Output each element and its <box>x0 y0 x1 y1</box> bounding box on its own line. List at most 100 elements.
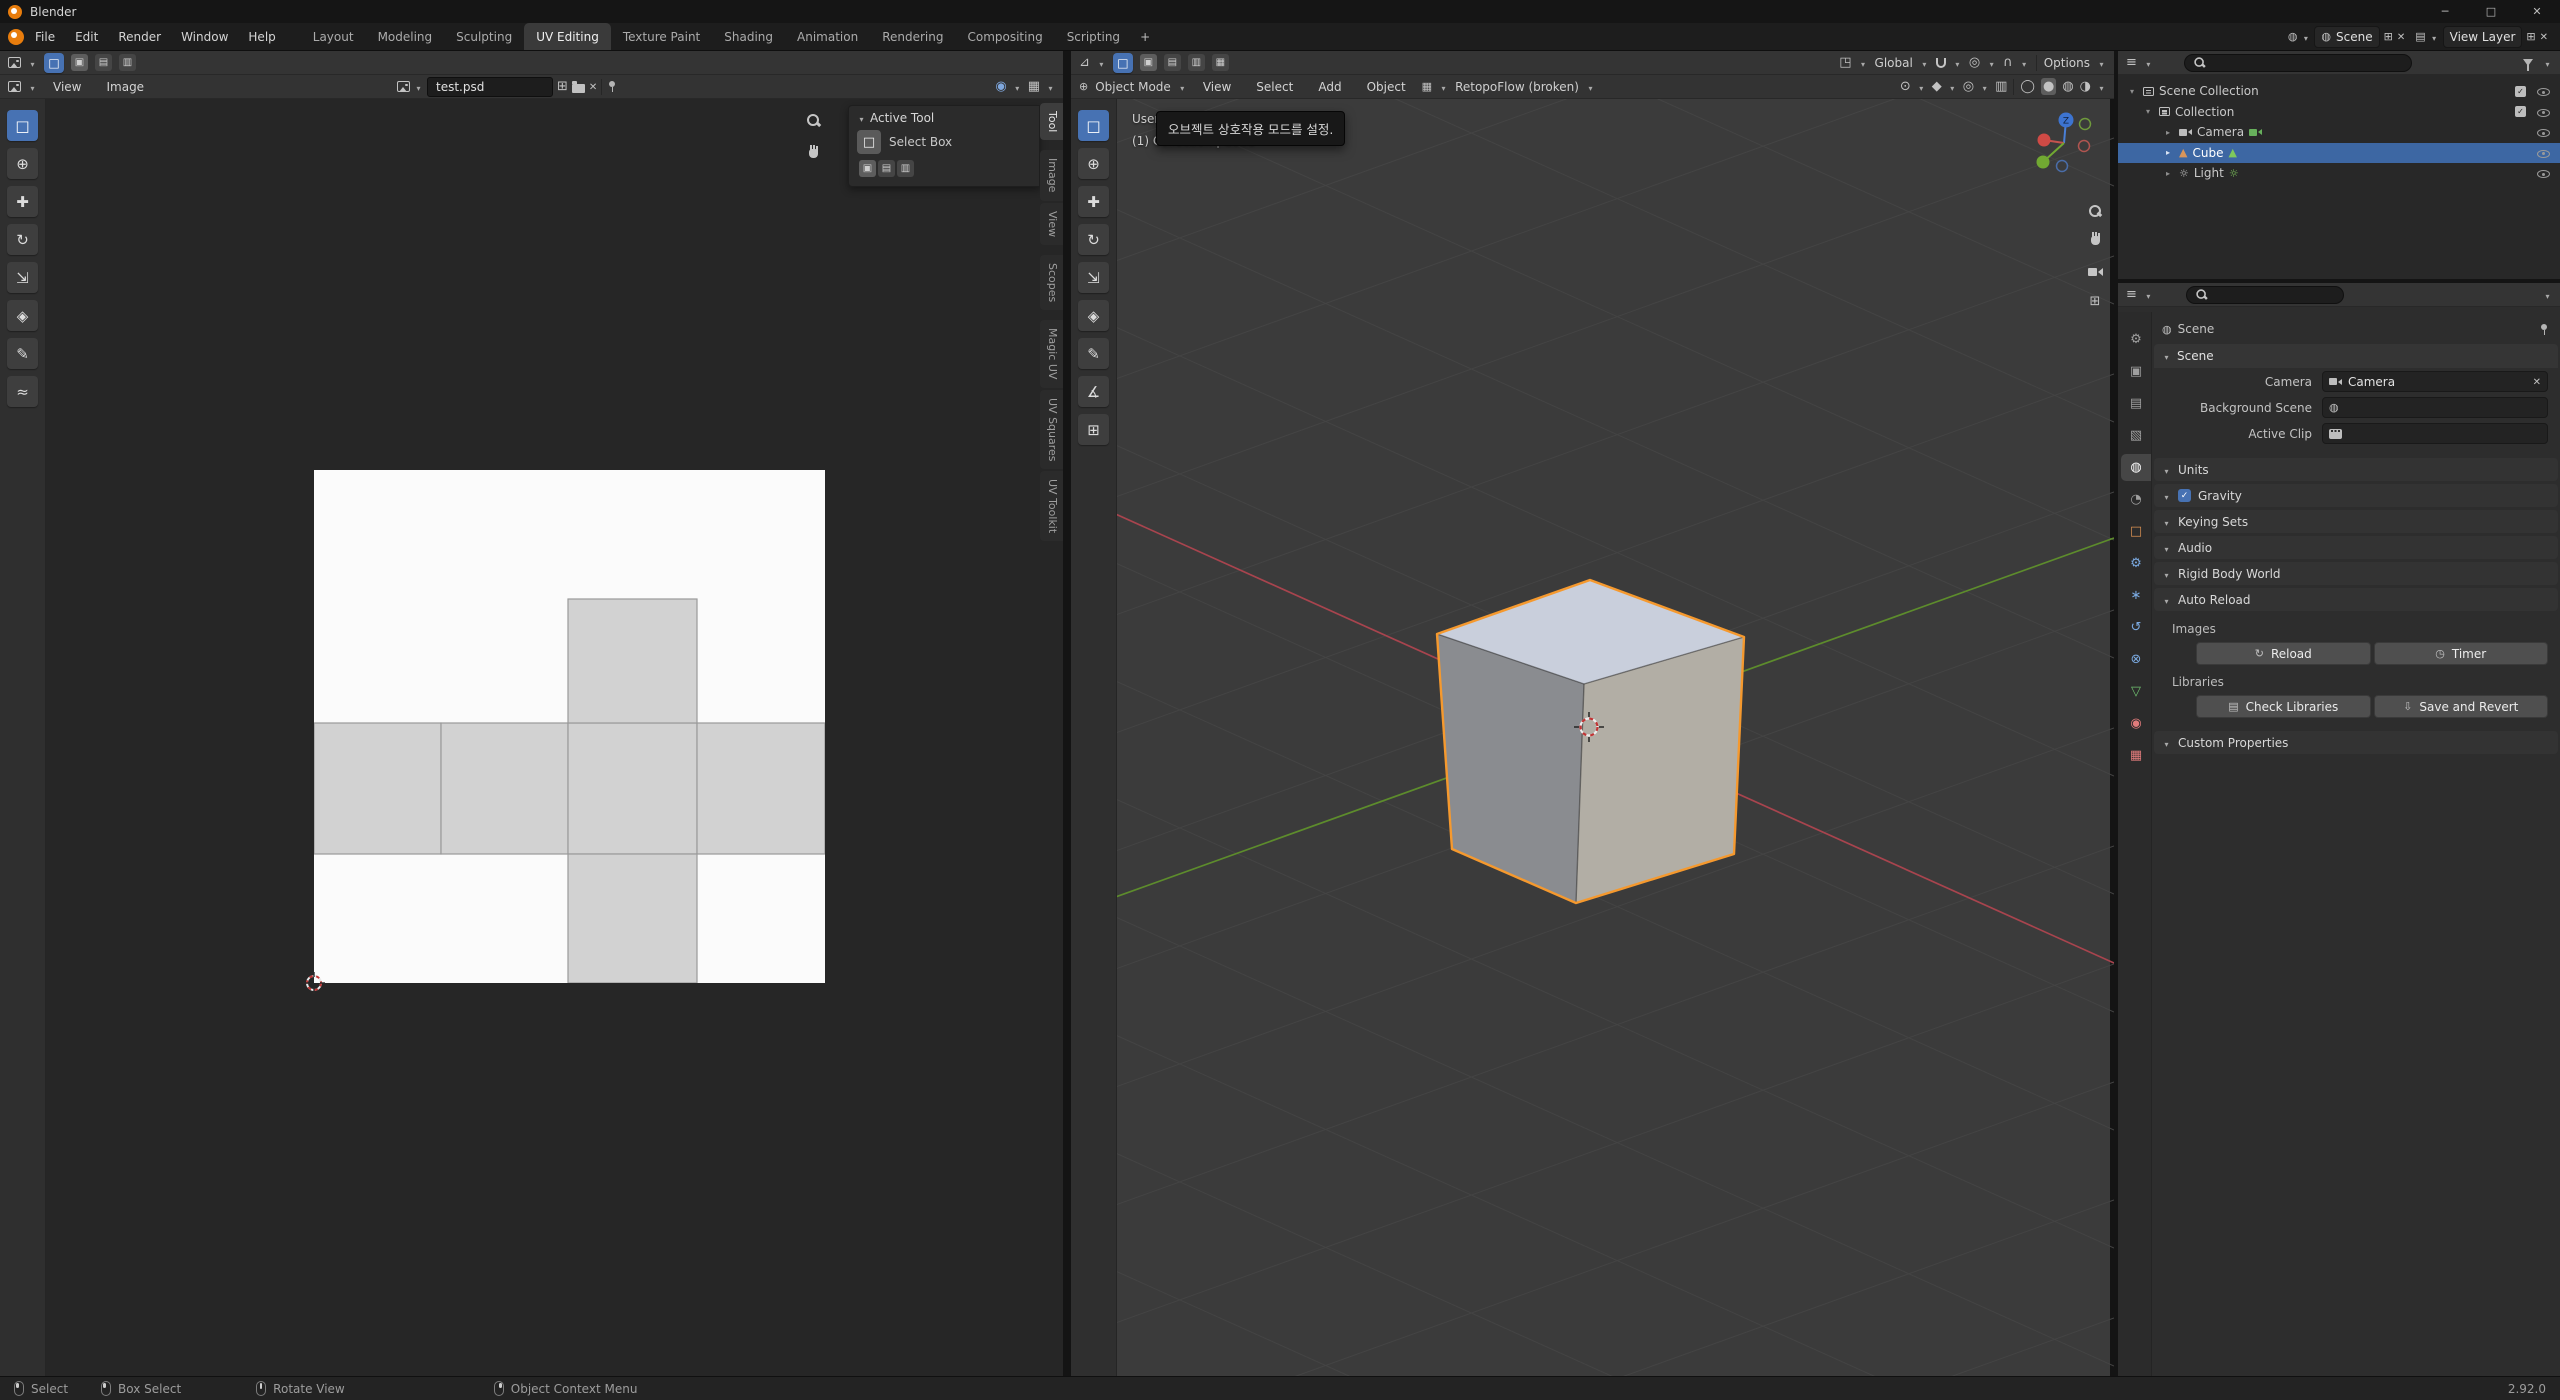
tool-cursor[interactable] <box>7 148 38 179</box>
display-channels-icon[interactable] <box>995 80 1006 93</box>
hide-eye-icon[interactable] <box>2536 126 2550 139</box>
active-tool-panel-title[interactable]: Active Tool <box>870 111 934 125</box>
camera-field[interactable]: Camera <box>2322 371 2548 392</box>
vp-tool-select-box[interactable] <box>1078 110 1109 141</box>
workspace-tab-compositing[interactable]: Compositing <box>955 23 1054 50</box>
vp-camera-view-icon[interactable] <box>2083 260 2107 284</box>
tab-output[interactable]: ▤ <box>2121 390 2151 417</box>
clear-camera-icon[interactable] <box>2533 375 2541 388</box>
tab-physics[interactable]: ↺ <box>2121 614 2151 641</box>
menu-render[interactable]: Render <box>109 27 170 47</box>
pivot-point-icon[interactable] <box>1839 56 1851 69</box>
vp-select-mode-subtract-icon[interactable] <box>1188 54 1205 71</box>
uv-image-test-psd[interactable] <box>314 470 825 983</box>
filter-icon[interactable] <box>2523 59 2533 66</box>
vp-tool-cursor[interactable] <box>1078 148 1109 179</box>
menu-file[interactable]: File <box>26 27 64 47</box>
new-scene-icon[interactable] <box>2384 31 2393 42</box>
tab-render[interactable]: ▣ <box>2121 358 2151 385</box>
vp-tool-add-cube[interactable] <box>1078 414 1109 445</box>
image-name-field[interactable]: test.psd <box>427 77 553 97</box>
viewport-scene[interactable] <box>1071 99 2114 1376</box>
tab-object[interactable]: □ <box>2121 518 2151 545</box>
retopoflow-icon[interactable] <box>1422 81 1432 92</box>
tab-particles[interactable]: ∗ <box>2121 582 2151 609</box>
exclude-checkbox[interactable]: ✓ <box>2515 86 2526 97</box>
maximize-button[interactable]: □ <box>2468 0 2514 23</box>
retopoflow-menu[interactable]: RetopoFlow (broken) <box>1455 80 1579 94</box>
tool-move[interactable] <box>7 186 38 217</box>
select-box-tool-icon[interactable] <box>857 130 881 154</box>
hide-eye-icon[interactable] <box>2536 85 2550 98</box>
tool-select-box[interactable] <box>7 110 38 141</box>
tab-tool[interactable]: ⚙ <box>2121 326 2151 353</box>
vp-tool-rotate[interactable] <box>1078 224 1109 255</box>
snap-magnet-icon[interactable] <box>1936 58 1946 68</box>
sidebar-tab-scopes[interactable]: Scopes <box>1040 255 1063 310</box>
viewport-editor-icon[interactable] <box>1079 56 1090 69</box>
close-button[interactable]: ✕ <box>2514 0 2560 23</box>
tab-modifiers[interactable]: ⚙ <box>2121 550 2151 577</box>
vp-select-mode-set-icon[interactable] <box>1140 54 1157 71</box>
sidebar-tab-magic-uv[interactable]: Magic UV <box>1040 320 1063 387</box>
select-mode-set-icon[interactable] <box>71 54 88 71</box>
vp-tool-annotate[interactable] <box>1078 338 1109 369</box>
scene-panel-header[interactable]: Scene <box>2154 344 2558 368</box>
tab-constraints[interactable]: ⊗ <box>2121 646 2151 673</box>
tab-world[interactable]: ◔ <box>2121 486 2151 513</box>
select-mode-extend-icon[interactable] <box>95 54 112 71</box>
overlays-icon[interactable] <box>1963 80 1974 93</box>
transform-orientation[interactable]: Global <box>1875 56 1913 70</box>
workspace-tab-shading[interactable]: Shading <box>712 23 785 50</box>
vp-perspective-toggle-icon[interactable] <box>2083 289 2107 313</box>
browse-scene-icon[interactable] <box>2288 31 2298 42</box>
tab-material[interactable]: ◉ <box>2121 710 2151 737</box>
workspace-tab-scripting[interactable]: Scripting <box>1055 23 1132 50</box>
workspace-tab-texture-paint[interactable]: Texture Paint <box>611 23 712 50</box>
vp-tool-transform[interactable] <box>1078 300 1109 331</box>
workspace-tab-modeling[interactable]: Modeling <box>366 23 445 50</box>
tool-scale[interactable] <box>7 262 38 293</box>
falloff-icon[interactable] <box>2003 56 2013 69</box>
workspace-tab-animation[interactable]: Animation <box>785 23 870 50</box>
vp-menu-view[interactable]: View <box>1194 77 1240 97</box>
uv-overlays-icon[interactable] <box>1028 80 1040 93</box>
uv-2d-cursor[interactable] <box>303 972 325 994</box>
shading-material-icon[interactable] <box>2062 80 2073 93</box>
menu-edit[interactable]: Edit <box>66 27 107 47</box>
workspace-tab-rendering[interactable]: Rendering <box>870 23 955 50</box>
pin-icon[interactable] <box>606 80 618 93</box>
reload-button[interactable]: Reload <box>2196 642 2371 665</box>
hide-eye-icon[interactable] <box>2536 167 2550 180</box>
open-image-icon[interactable] <box>572 84 585 93</box>
sidebar-tab-view[interactable]: View <box>1040 203 1063 245</box>
tab-object-data[interactable]: ▽ <box>2121 678 2151 705</box>
view-layer-name[interactable]: View Layer <box>2450 30 2516 44</box>
sidebar-tab-uv-squares[interactable]: UV Squares <box>1040 390 1063 470</box>
tab-scene[interactable]: ◍ <box>2121 454 2151 481</box>
workspace-tab-layout[interactable]: Layout <box>301 23 366 50</box>
view-layer-selector[interactable]: View Layer <box>2415 26 2548 48</box>
outliner-row-cube[interactable]: ▸ Cube <box>2118 143 2560 164</box>
vp-select-mode-intersect-icon[interactable] <box>1212 54 1229 71</box>
tool-transform[interactable] <box>7 300 38 331</box>
shading-solid-icon[interactable] <box>2041 78 2056 95</box>
vp-menu-object[interactable]: Object <box>1358 77 1415 97</box>
uv-menu-image[interactable]: Image <box>97 77 153 97</box>
hide-eye-icon[interactable] <box>2536 146 2550 159</box>
section-audio[interactable]: Audio <box>2154 536 2558 559</box>
unlink-image-icon[interactable] <box>589 80 597 93</box>
vp-zoom-icon[interactable] <box>2083 199 2107 223</box>
tool-rotate[interactable] <box>7 224 38 255</box>
section-units[interactable]: Units <box>2154 458 2558 481</box>
vp-active-tool-icon[interactable] <box>1113 53 1133 73</box>
mode-new-icon[interactable] <box>859 160 876 177</box>
mode-extend-icon[interactable] <box>878 160 895 177</box>
editor-type-icon[interactable] <box>8 81 21 92</box>
exclude-checkbox[interactable]: ✓ <box>2515 106 2526 117</box>
outliner-row-collection[interactable]: ▾ Collection ✓ <box>2118 102 2560 123</box>
options-menu[interactable]: Options <box>2044 56 2090 70</box>
properties-options-icon[interactable] <box>2543 288 2552 302</box>
scene-name[interactable]: Scene <box>2336 30 2373 44</box>
section-gravity[interactable]: ✓Gravity <box>2154 484 2558 507</box>
